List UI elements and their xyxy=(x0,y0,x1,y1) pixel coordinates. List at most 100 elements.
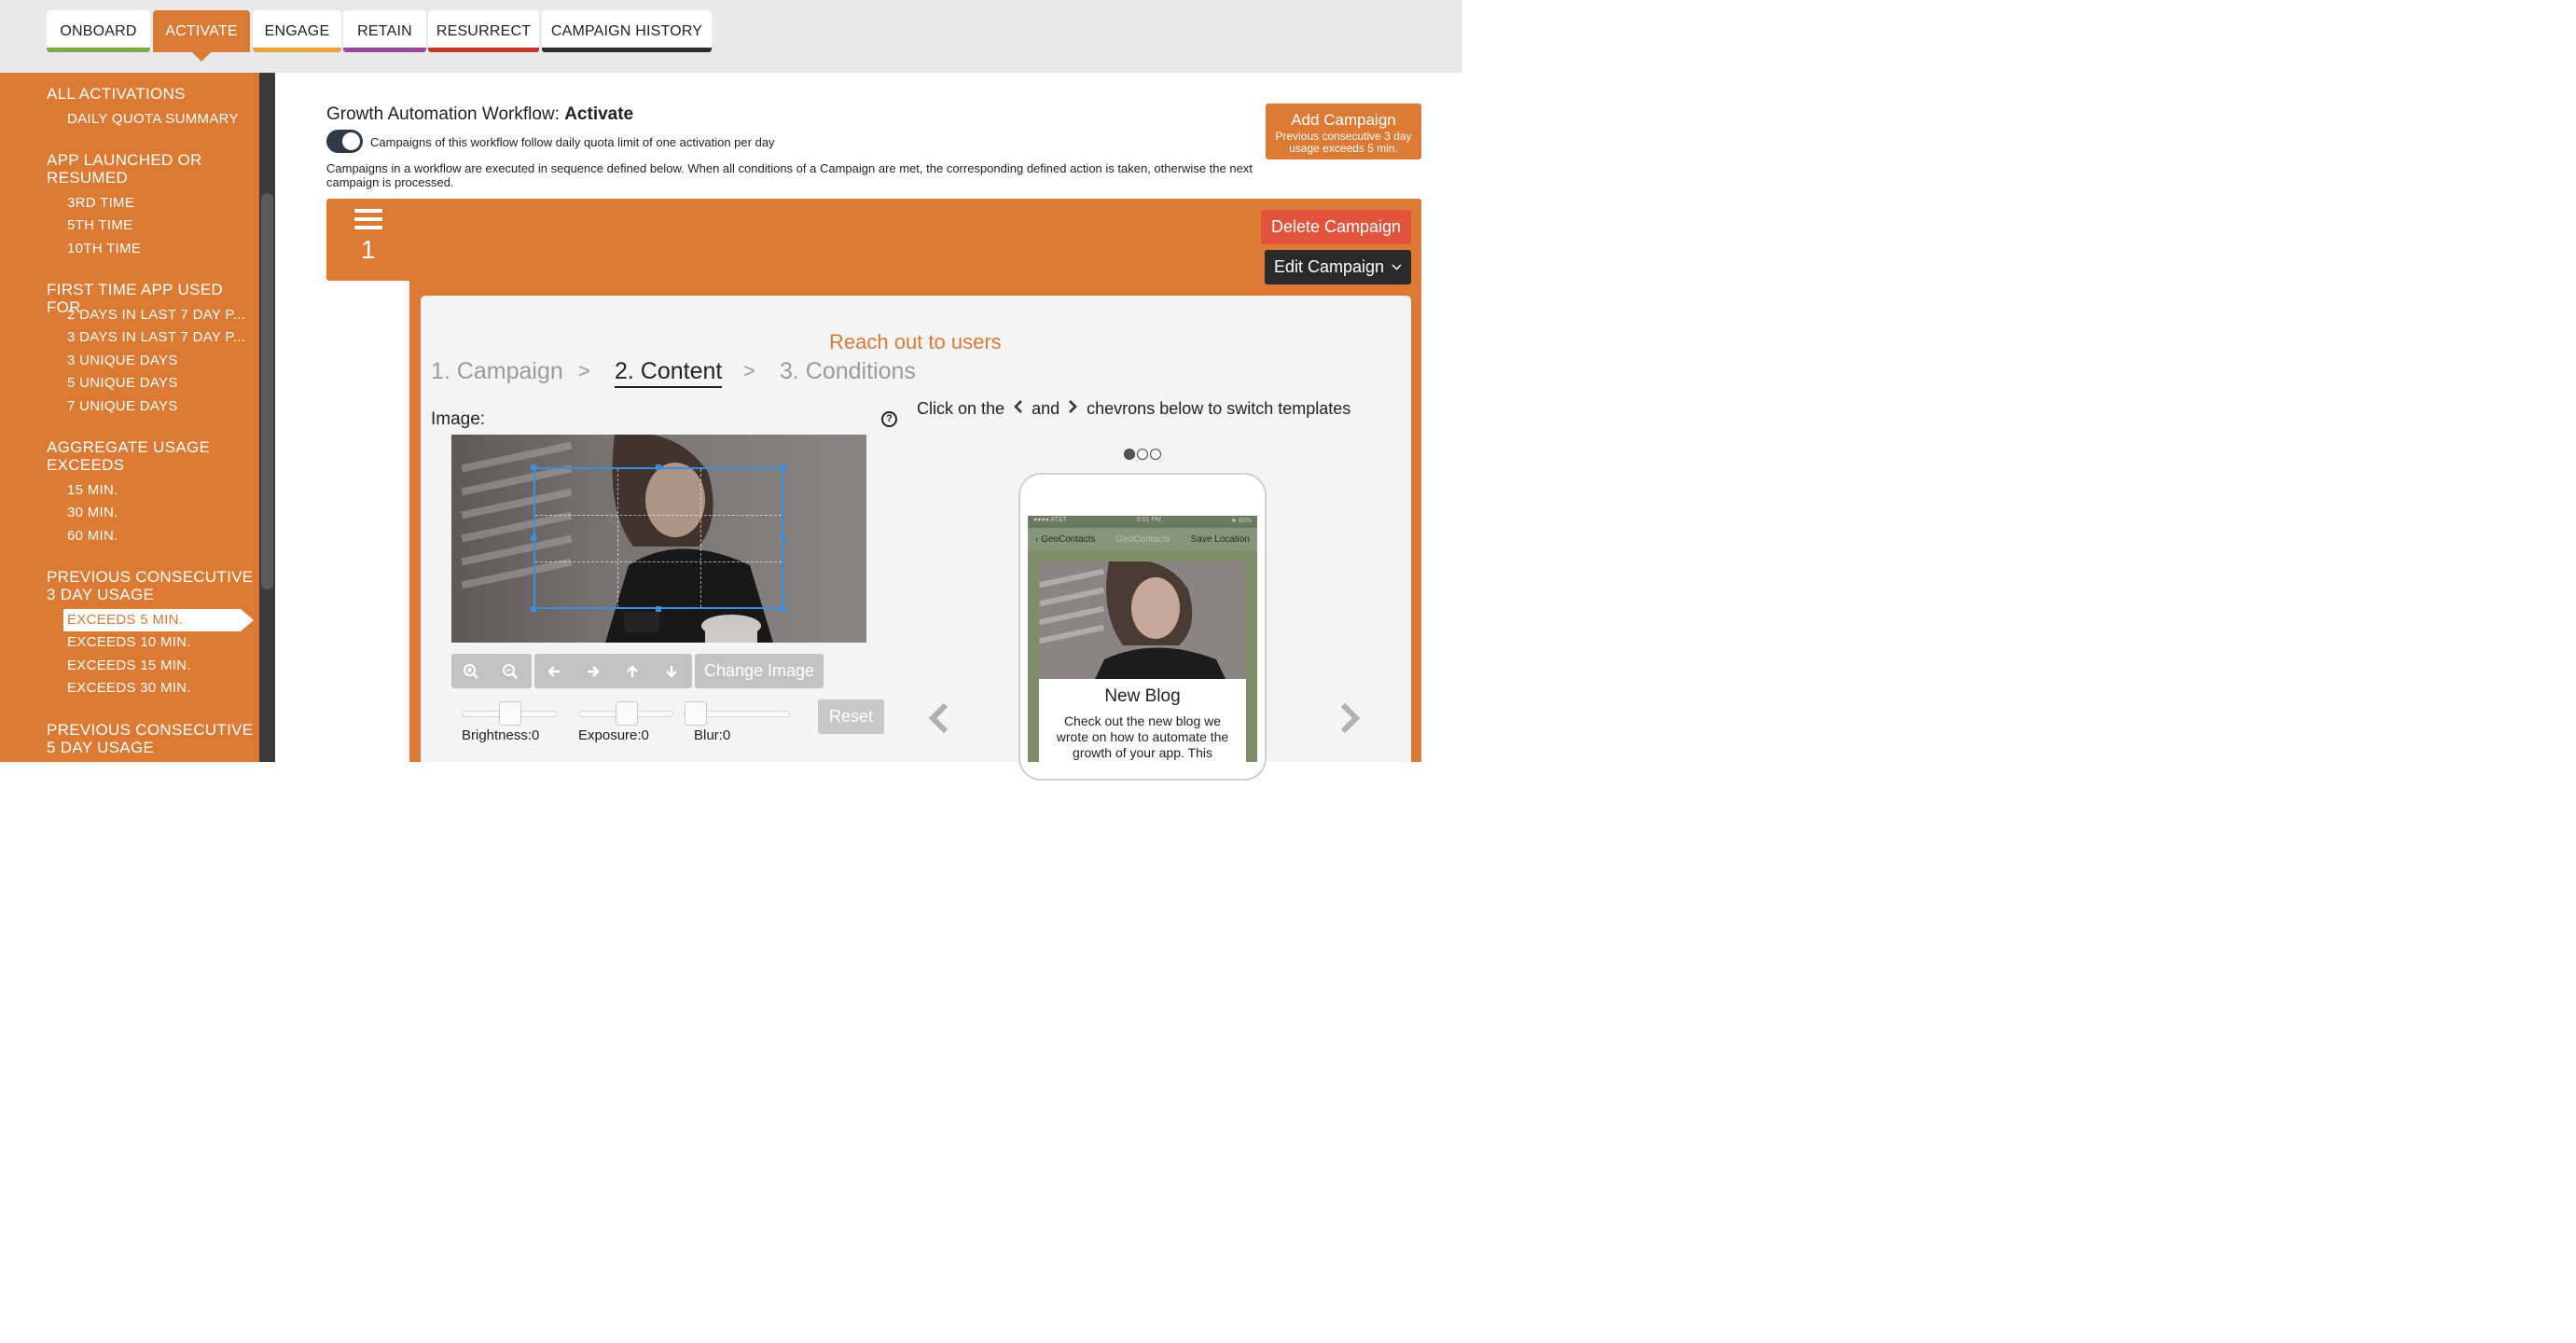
sidebar-item-10th-time[interactable]: 10TH TIME xyxy=(67,241,141,256)
tab-label: ONBOARD xyxy=(60,22,137,39)
sidebar-scroll-thumb[interactable] xyxy=(261,193,273,589)
tab-resurrect[interactable]: RESURRECT xyxy=(428,10,539,52)
tab-retain[interactable]: RETAIN xyxy=(343,10,426,52)
sidebar-item-exceeds-10-min[interactable]: EXCEEDS 10 MIN. xyxy=(67,634,191,650)
blur-label: Blur:0 xyxy=(694,727,731,743)
daily-quota-text: Campaigns of this workflow follow daily … xyxy=(370,135,775,149)
add-campaign-sublabel: Previous consecutive 3 day usage exceeds… xyxy=(1275,130,1412,155)
sidebar-item-30-min[interactable]: 30 MIN. xyxy=(67,505,118,520)
sidebar-item-exceeds-30-min[interactable]: EXCEEDS 30 MIN. xyxy=(67,680,191,696)
sidebar-heading-app-launched[interactable]: APP LAUNCHED OR RESUMED xyxy=(47,151,256,187)
tab-activate[interactable]: ACTIVATE xyxy=(153,10,250,62)
phone-screen: ●●●● AT&T 5:01 PM ★ 80% ‹ GeoContacts Ge… xyxy=(1028,516,1257,762)
tab-onboard[interactable]: ONBOARD xyxy=(47,10,150,52)
campaign-heading: Reach out to users xyxy=(829,330,1002,353)
tab-underline xyxy=(428,48,539,52)
edit-campaign-label: Edit Campaign xyxy=(1273,257,1385,276)
slider-thumb[interactable] xyxy=(616,701,638,726)
sidebar-item-daily-quota-summary[interactable]: DAILY QUOTA SUMMARY xyxy=(67,111,239,127)
arrow-left-icon[interactable] xyxy=(534,654,574,688)
sidebar-item-2-days[interactable]: 2 DAYS IN LAST 7 DAY P... xyxy=(67,307,245,323)
template-dot[interactable] xyxy=(1137,449,1148,460)
tab-label: RETAIN xyxy=(357,22,412,39)
sidebar-heading-aggregate-usage[interactable]: AGGREGATE USAGE EXCEEDS xyxy=(47,438,256,474)
crop-box[interactable] xyxy=(533,467,783,609)
edit-campaign-button[interactable]: Edit Campaign xyxy=(1265,250,1411,284)
arrow-down-icon[interactable] xyxy=(652,654,691,688)
sidebar-heading-all-activations[interactable]: ALL ACTIVATIONS xyxy=(47,85,256,103)
top-tab-bar: ONBOARD ACTIVATE ENGAGE RETAIN RESURRECT… xyxy=(0,0,1462,73)
crop-gridline xyxy=(535,561,782,562)
slider-thumb[interactable] xyxy=(685,701,707,726)
sidebar-item-60-min[interactable]: 60 MIN. xyxy=(67,528,118,544)
template-dot[interactable] xyxy=(1124,449,1135,460)
template-pagination xyxy=(1124,449,1161,460)
arrow-up-icon[interactable] xyxy=(613,654,652,688)
tab-label: ENGAGE xyxy=(264,22,330,39)
sidebar-item-7-unique-days[interactable]: 7 UNIQUE DAYS xyxy=(67,398,178,414)
status-time: 5:01 PM xyxy=(1136,517,1161,523)
zoom-in-icon[interactable] xyxy=(451,654,491,688)
crop-handle[interactable] xyxy=(531,606,536,612)
hint-text-mid: and xyxy=(1032,399,1060,418)
sidebar-item-3-unique-days[interactable]: 3 UNIQUE DAYS xyxy=(67,353,178,368)
workflow-description: Campaigns in a workflow are executed in … xyxy=(326,161,1253,189)
toggle-knob xyxy=(342,132,360,150)
chevron-left-icon xyxy=(1014,400,1022,413)
sidebar-item-exceeds-15-min[interactable]: EXCEEDS 15 MIN. xyxy=(67,658,191,673)
nav-back-label: GeoContacts xyxy=(1041,533,1096,545)
crop-handle[interactable] xyxy=(531,535,536,541)
delete-campaign-button[interactable]: Delete Campaign xyxy=(1261,210,1411,244)
template-dot[interactable] xyxy=(1150,449,1161,460)
step-campaign[interactable]: 1. Campaign xyxy=(431,358,563,385)
preview-modal-title: New Blog xyxy=(1104,686,1181,706)
tab-underline xyxy=(542,48,712,52)
phone-nav-bar: ‹ GeoContacts GeoContacts Save Location xyxy=(1028,528,1257,550)
blur-slider[interactable] xyxy=(684,701,790,726)
nav-title: GeoContacts xyxy=(1115,533,1170,545)
crop-handle[interactable] xyxy=(781,535,786,541)
sidebar-item-15-min[interactable]: 15 MIN. xyxy=(67,482,118,498)
chevron-right-icon xyxy=(1069,400,1077,413)
add-campaign-label: Add Campaign xyxy=(1291,111,1396,129)
tab-label: CAMPAIGN HISTORY xyxy=(550,22,703,39)
tab-underline xyxy=(253,48,341,52)
chevron-left-icon[interactable] xyxy=(925,701,953,735)
help-icon[interactable]: ? xyxy=(881,411,897,427)
arrow-right-icon[interactable] xyxy=(574,654,613,688)
step-separator: > xyxy=(743,359,755,382)
sidebar-item-5-unique-days[interactable]: 5 UNIQUE DAYS xyxy=(67,375,178,391)
sidebar-item-5th-time[interactable]: 5TH TIME xyxy=(67,217,132,233)
workflow-title-prefix: Growth Automation Workflow: xyxy=(326,104,560,124)
sidebar-item-exceeds-5-min[interactable]: EXCEEDS 5 MIN. xyxy=(63,609,254,631)
crop-handle[interactable] xyxy=(781,606,786,612)
step-content[interactable]: 2. Content xyxy=(615,358,723,388)
crop-handle[interactable] xyxy=(656,606,661,612)
chevron-right-icon[interactable] xyxy=(1336,701,1364,735)
sidebar-heading-prev-5-day[interactable]: PREVIOUS CONSECUTIVE 5 DAY USAGE xyxy=(47,721,256,756)
brightness-slider[interactable] xyxy=(462,701,558,726)
workflow-title-name: Activate xyxy=(564,104,634,124)
tab-engage[interactable]: ENGAGE xyxy=(253,10,341,52)
tab-campaign-history[interactable]: CAMPAIGN HISTORY xyxy=(542,10,712,52)
daily-quota-toggle[interactable] xyxy=(326,130,363,153)
zoom-out-icon[interactable] xyxy=(491,654,530,688)
exposure-slider[interactable] xyxy=(578,701,673,726)
crop-handle[interactable] xyxy=(781,464,786,470)
sidebar-item-3-days[interactable]: 3 DAYS IN LAST 7 DAY P... xyxy=(67,329,245,345)
slider-thumb[interactable] xyxy=(499,701,521,726)
brightness-label: Brightness:0 xyxy=(462,727,540,743)
step-conditions[interactable]: 3. Conditions xyxy=(780,358,916,385)
sidebar-heading-prev-3-day[interactable]: PREVIOUS CONSECUTIVE 3 DAY USAGE xyxy=(47,568,256,603)
tab-underline xyxy=(47,48,150,52)
crop-handle[interactable] xyxy=(531,464,536,470)
change-image-button[interactable]: Change Image xyxy=(695,654,824,688)
preview-modal: New Blog Check out the new blog we wrote… xyxy=(1039,561,1246,762)
reset-button[interactable]: Reset xyxy=(818,699,884,734)
add-campaign-button[interactable]: Add Campaign Previous consecutive 3 day … xyxy=(1266,104,1421,159)
crop-handle[interactable] xyxy=(656,464,661,470)
preview-modal-image xyxy=(1039,561,1246,679)
hamburger-icon[interactable] xyxy=(354,209,382,231)
status-battery: ★ 80% xyxy=(1230,518,1252,524)
sidebar-item-3rd-time[interactable]: 3RD TIME xyxy=(67,195,134,211)
